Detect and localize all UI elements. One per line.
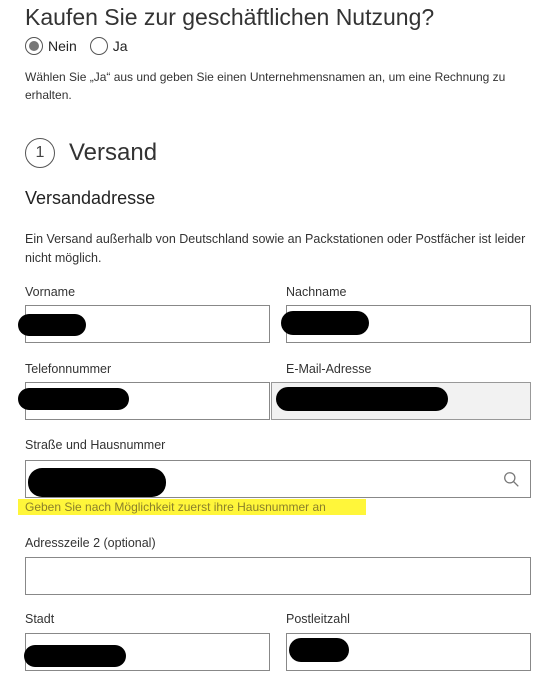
street-field[interactable] (25, 460, 531, 498)
city-label: Stadt (25, 612, 55, 626)
redacted-value (289, 638, 349, 662)
radio-selected-dot (29, 41, 39, 51)
address-line-2-label: Adresszeile 2 (optional) (25, 536, 156, 550)
phone-label: Telefonnummer (25, 362, 112, 376)
step-header: 1 Versand (25, 138, 157, 168)
radio-nein-label: Nein (48, 38, 77, 54)
redacted-value (18, 314, 86, 336)
business-usage-question: Kaufen Sie zur geschäftlichen Nutzung? (25, 4, 435, 30)
radio-option-nein[interactable]: Nein (25, 37, 77, 55)
step-title: Versand (69, 139, 158, 166)
redacted-value (24, 645, 126, 667)
redacted-value (281, 311, 369, 335)
last-name-label: Nachname (286, 285, 347, 299)
email-label: E-Mail-Adresse (286, 362, 372, 376)
radio-nein[interactable] (25, 37, 43, 55)
phone-field[interactable] (18, 382, 270, 420)
search-icon[interactable] (503, 471, 520, 488)
street-warning-message: Geben Sie nach Möglichkeit zuerst ihre H… (18, 499, 366, 515)
radio-option-ja[interactable]: Ja (89, 37, 128, 55)
first-name-field[interactable] (18, 305, 270, 343)
first-name-label: Vorname (25, 285, 76, 299)
address-line-2-field[interactable] (25, 557, 531, 595)
city-field[interactable] (24, 633, 270, 671)
shipping-address-heading: Versandadresse (25, 188, 156, 208)
business-usage-hint: Wählen Sie „Ja“ aus und geben Sie einen … (25, 70, 506, 102)
radio-ja[interactable] (89, 37, 108, 55)
redacted-value (18, 388, 129, 410)
step-number-badge: 1 (25, 138, 55, 168)
radio-ja-label: Ja (112, 38, 128, 54)
business-usage-radio-group: Nein Ja (25, 37, 141, 55)
zip-label: Postleitzahl (286, 612, 350, 626)
shipping-restriction-note: Ein Versand außerhalb von Deutschland so… (25, 232, 526, 265)
zip-field[interactable] (286, 633, 531, 671)
street-label: Straße und Hausnummer (25, 438, 166, 452)
redacted-value (276, 387, 448, 411)
last-name-field[interactable] (281, 305, 531, 343)
redacted-value (28, 468, 166, 497)
email-field[interactable] (271, 382, 531, 420)
